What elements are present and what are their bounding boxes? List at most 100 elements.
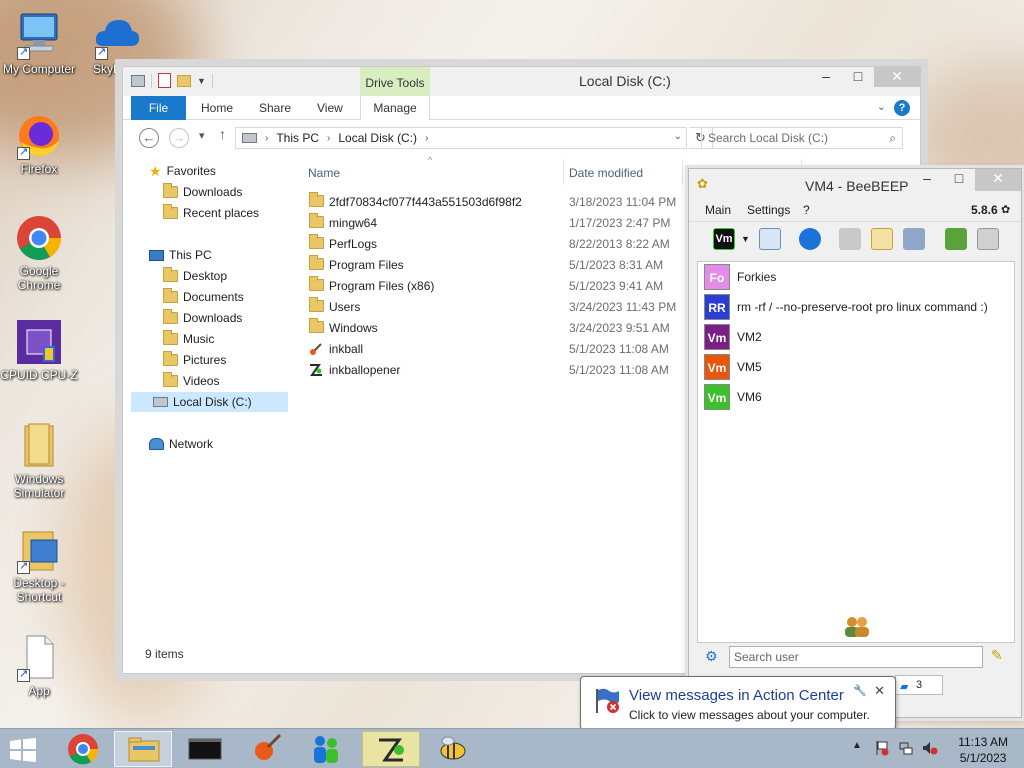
close-button[interactable]: ✕ bbox=[874, 67, 920, 87]
pin-icon[interactable]: 🔧 bbox=[853, 684, 867, 697]
nav-local-disk[interactable]: Local Disk (C:) bbox=[131, 392, 288, 412]
taskbar-file-explorer[interactable] bbox=[114, 731, 172, 767]
nav-downloads[interactable]: Downloads bbox=[163, 182, 242, 202]
show-hidden-icons-button[interactable]: ▲ bbox=[852, 740, 862, 751]
nav-network[interactable]: Network bbox=[149, 434, 213, 454]
breadcrumb-this-pc[interactable]: This PC bbox=[276, 131, 319, 145]
close-button[interactable]: ✕ bbox=[975, 169, 1021, 191]
recent-places-icon bbox=[163, 204, 178, 219]
desktop-icon-desktop-shortcut[interactable]: Desktop - Shortcut bbox=[0, 526, 78, 604]
action-center-notification[interactable]: View messages in Action Center Click to … bbox=[580, 676, 896, 740]
desktop-icon-winsim[interactable]: Windows Simulator bbox=[0, 422, 78, 500]
user-list-item[interactable]: RR rm -rf / --no-preserve-root pro linux … bbox=[704, 294, 988, 320]
gear-icon[interactable]: ⚙ bbox=[705, 648, 718, 665]
start-button[interactable] bbox=[9, 738, 37, 762]
nav-recent-places[interactable]: Recent places bbox=[163, 203, 259, 223]
menu-main[interactable]: Main bbox=[705, 203, 731, 217]
taskbar-paint[interactable] bbox=[238, 731, 296, 767]
file-transfer-icon[interactable] bbox=[839, 228, 861, 250]
user-list-item[interactable]: Vm VM5 bbox=[704, 354, 762, 380]
bee-logo-icon: ✿ bbox=[697, 176, 708, 191]
status-dropdown-icon[interactable]: ▼ bbox=[741, 234, 750, 244]
user-list-item[interactable]: Vm VM6 bbox=[704, 384, 762, 410]
minimize-button[interactable]: – bbox=[911, 169, 943, 191]
taskbar-beebeep[interactable] bbox=[424, 731, 482, 767]
minimize-button[interactable]: – bbox=[810, 67, 842, 87]
user-name: rm -rf / --no-preserve-root pro linux co… bbox=[737, 300, 988, 314]
chat-tab[interactable]: ▰ 3 bbox=[895, 675, 943, 695]
divider bbox=[211, 73, 213, 88]
nav-pc-downloads[interactable]: Downloads bbox=[163, 308, 242, 328]
nav-videos[interactable]: Videos bbox=[163, 371, 219, 391]
desktop-icon-chrome[interactable]: Google Chrome bbox=[0, 214, 78, 292]
recent-locations-icon[interactable]: ▾ bbox=[199, 129, 205, 142]
user-list-item[interactable]: Vm VM2 bbox=[704, 324, 762, 350]
qat-dropdown-icon[interactable]: ▼ bbox=[197, 76, 206, 86]
nav-label: Downloads bbox=[183, 185, 243, 199]
nav-desktop[interactable]: Desktop bbox=[163, 266, 227, 286]
column-divider[interactable] bbox=[563, 159, 564, 185]
action-center-tray-icon[interactable] bbox=[874, 740, 890, 759]
nav-music[interactable]: Music bbox=[163, 329, 214, 349]
system-clock[interactable]: 11:13 AM 5/1/2023 bbox=[958, 734, 1008, 766]
desktop-icon-firefox[interactable]: Firefox bbox=[0, 112, 78, 176]
avatar: Vm bbox=[704, 324, 730, 350]
desktop-icon-my-computer[interactable]: My Computer bbox=[0, 12, 78, 76]
address-dropdown-icon[interactable]: ⌄ bbox=[674, 131, 682, 142]
network-tray-icon[interactable] bbox=[898, 740, 914, 759]
tab-share[interactable]: Share bbox=[245, 96, 305, 120]
close-notification-button[interactable]: ✕ bbox=[874, 683, 885, 699]
window-controls: – □ ✕ bbox=[810, 67, 920, 87]
help-icon[interactable]: ? bbox=[894, 100, 910, 116]
breadcrumb-local-disk[interactable]: Local Disk (C:) bbox=[338, 131, 417, 145]
user-list: Fo Forkies RR rm -rf / --no-preserve-root p… bbox=[697, 261, 1015, 643]
tab-home[interactable]: Home bbox=[187, 96, 247, 120]
tools-icon[interactable] bbox=[903, 228, 925, 250]
new-folder-icon[interactable] bbox=[177, 74, 191, 87]
taskbar-chrome[interactable] bbox=[54, 731, 112, 767]
search-user-input[interactable]: Search user bbox=[729, 646, 983, 668]
downloads-folder-icon bbox=[163, 183, 178, 198]
expand-ribbon-icon[interactable]: ⌄ bbox=[877, 100, 886, 113]
network-broadcast-icon[interactable] bbox=[799, 228, 821, 250]
forward-button[interactable]: → bbox=[169, 128, 189, 148]
clear-search-icon[interactable]: ✎ bbox=[991, 647, 1003, 664]
search-input[interactable]: Search Local Disk (C:) ⌕ bbox=[701, 127, 903, 149]
nav-favorites[interactable]: ★ Favorites bbox=[149, 161, 216, 181]
shared-folder-icon[interactable] bbox=[945, 228, 967, 250]
file-date: 3/24/2023 9:51 AM bbox=[569, 321, 670, 335]
taskbar: ▲ 11:13 AM 5/1/2023 bbox=[0, 728, 1024, 768]
up-button[interactable]: ↑ bbox=[219, 126, 226, 142]
column-header-date[interactable]: Date modified bbox=[569, 163, 643, 183]
my-status-avatar[interactable]: Vm bbox=[713, 228, 735, 250]
drive-icon bbox=[242, 133, 257, 143]
menu-settings[interactable]: Settings bbox=[747, 203, 790, 217]
edit-profile-icon[interactable] bbox=[759, 228, 781, 250]
address-bar[interactable]: › This PC › Local Disk (C:) › ⌄ bbox=[235, 127, 687, 149]
column-divider[interactable] bbox=[682, 159, 683, 185]
menu-help[interactable]: ? bbox=[803, 203, 810, 217]
desktop-icon-app[interactable]: App bbox=[0, 634, 78, 698]
maximize-button[interactable]: □ bbox=[842, 67, 874, 87]
taskbar-command-prompt[interactable] bbox=[176, 731, 234, 767]
beebeep-title: VM4 - BeeBEEP bbox=[805, 178, 909, 194]
taskbar-inkball[interactable] bbox=[362, 731, 420, 767]
nav-pictures[interactable]: Pictures bbox=[163, 350, 226, 370]
write-note-icon[interactable] bbox=[871, 228, 893, 250]
trash-icon[interactable] bbox=[977, 228, 999, 250]
beebeep-titlebar[interactable]: ✿ VM4 - BeeBEEP – □ ✕ bbox=[689, 169, 1021, 199]
nav-this-pc[interactable]: This PC bbox=[149, 245, 212, 265]
explorer-titlebar[interactable]: ▼ Drive Tools Local Disk (C:) – □ ✕ bbox=[123, 67, 920, 96]
taskbar-users-app[interactable] bbox=[298, 731, 356, 767]
user-list-item[interactable]: Fo Forkies bbox=[704, 264, 776, 290]
properties-icon[interactable] bbox=[158, 73, 171, 88]
tab-manage[interactable]: Manage bbox=[360, 96, 430, 120]
back-button[interactable]: ← bbox=[139, 128, 159, 148]
column-header-name[interactable]: Name bbox=[308, 163, 340, 183]
tab-file[interactable]: File bbox=[131, 96, 186, 120]
maximize-button[interactable]: □ bbox=[943, 169, 975, 191]
volume-muted-icon[interactable] bbox=[922, 740, 938, 759]
tab-view[interactable]: View bbox=[303, 96, 357, 120]
nav-documents[interactable]: Documents bbox=[163, 287, 244, 307]
desktop-icon-cpuz[interactable]: CPUID CPU-Z bbox=[0, 318, 78, 382]
